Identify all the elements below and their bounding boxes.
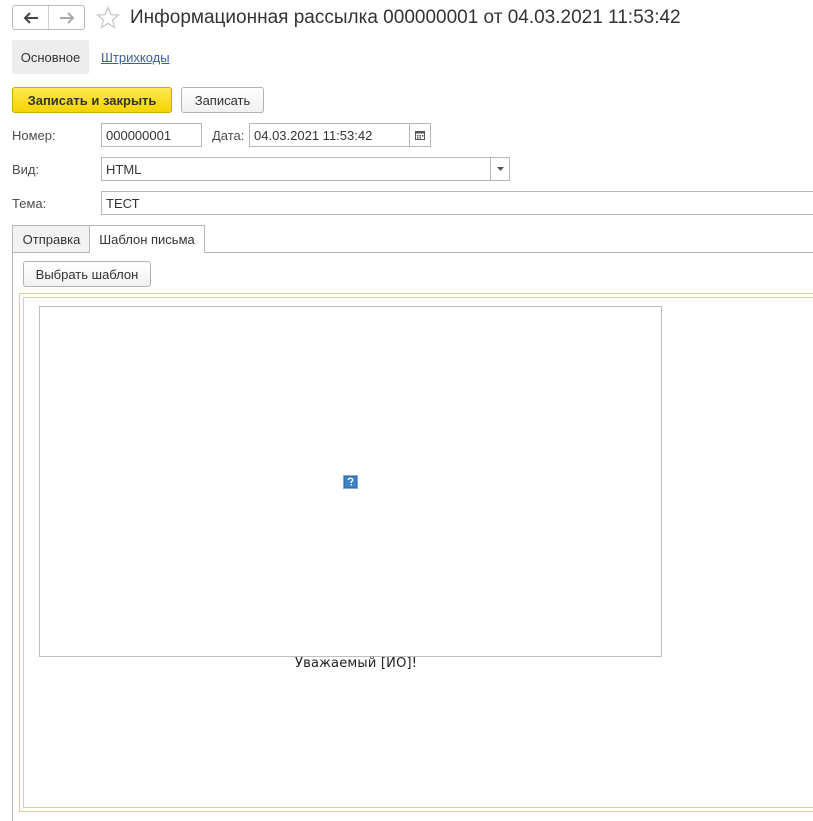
history-nav bbox=[12, 5, 85, 30]
calendar-button[interactable] bbox=[409, 123, 431, 147]
tab-send[interactable]: Отправка bbox=[12, 225, 90, 252]
subject-field[interactable]: ТЕСТ bbox=[101, 191, 813, 215]
save-and-close-button[interactable]: Записать и закрыть bbox=[12, 87, 172, 113]
favorite-button[interactable] bbox=[95, 5, 121, 30]
greeting-text: Уважаемый [ИО]! bbox=[295, 656, 418, 671]
number-label: Номер: bbox=[12, 128, 56, 143]
tab-main[interactable]: Основное bbox=[12, 40, 89, 74]
choose-template-button[interactable]: Выбрать шаблон bbox=[23, 261, 151, 287]
forward-button[interactable] bbox=[48, 6, 84, 29]
number-field[interactable]: 000000001 bbox=[101, 123, 202, 147]
kind-select[interactable]: HTML bbox=[101, 157, 491, 181]
date-field[interactable]: 04.03.2021 11:53:42 bbox=[249, 123, 410, 147]
tab-template[interactable]: Шаблон письма bbox=[89, 225, 205, 253]
arrow-right-icon bbox=[59, 11, 74, 24]
arrow-left-icon bbox=[23, 11, 38, 24]
document-form: Информационная рассылка 000000001 от 04.… bbox=[0, 0, 813, 821]
save-button[interactable]: Записать bbox=[181, 87, 264, 113]
tab-barcodes[interactable]: Штрихкоды bbox=[101, 50, 170, 65]
kind-label: Вид: bbox=[12, 162, 40, 177]
page-title: Информационная рассылка 000000001 от 04.… bbox=[130, 7, 681, 28]
subject-label: Тема: bbox=[12, 196, 47, 211]
kind-dropdown-button[interactable] bbox=[490, 157, 510, 181]
star-icon bbox=[95, 5, 121, 29]
chevron-down-icon bbox=[496, 167, 504, 171]
broken-image-icon bbox=[343, 475, 358, 489]
date-label: Дата: bbox=[212, 128, 245, 143]
back-button[interactable] bbox=[13, 6, 48, 29]
broken-image bbox=[343, 475, 358, 489]
calendar-icon bbox=[415, 131, 425, 140]
